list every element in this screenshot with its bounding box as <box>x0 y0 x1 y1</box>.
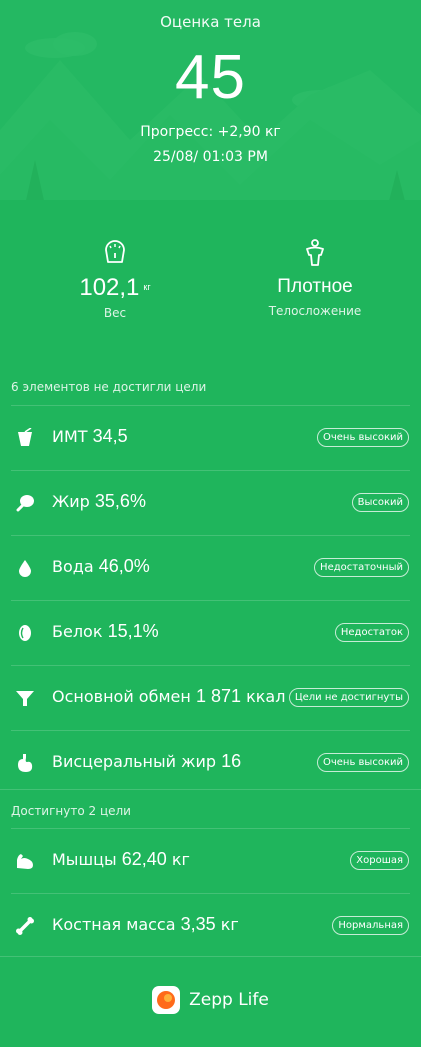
item-name: Костная масса <box>52 915 176 934</box>
item-name: Мышцы <box>52 850 117 869</box>
item-value: 3,35 <box>180 914 216 934</box>
body-figure-icon <box>230 236 400 268</box>
muscle-arm-icon <box>17 854 33 869</box>
list-item-fat[interactable]: Жир 35,6% Высокий <box>11 470 410 535</box>
bmi-cup-icon <box>18 428 32 446</box>
item-value: 46,0 <box>98 556 134 576</box>
item-unit: % <box>142 621 159 641</box>
footer-divider <box>0 956 421 957</box>
metabolism-funnel-icon <box>16 691 34 706</box>
build-label: Телосложение <box>268 304 362 318</box>
item-name: Белок <box>52 622 103 641</box>
body-score: 45 <box>175 43 246 112</box>
item-value: 1 871 <box>195 686 241 706</box>
weight-label: Вес <box>103 306 127 320</box>
item-value: 16 <box>221 751 242 771</box>
item-value: 15,1 <box>107 621 143 641</box>
met-list: Мышцы 62,40 кг Хорошая Костная масса 3,3… <box>11 828 410 958</box>
item-name: Жир <box>52 492 90 511</box>
item-unit: % <box>129 491 146 511</box>
water-drop-icon <box>19 560 31 577</box>
status-badge: Очень высокий <box>317 428 409 447</box>
status-badge: Недостаточный <box>314 558 409 577</box>
weight-stat[interactable]: 102,1 кг Вес <box>30 236 200 320</box>
scale-icon <box>30 236 200 268</box>
list-item-protein[interactable]: Белок 15,1% Недостаток <box>11 600 410 665</box>
status-badge: Недостаток <box>334 623 409 642</box>
app-name: Zepp Life <box>189 990 269 1010</box>
status-badge: Хорошая <box>350 851 409 870</box>
item-name: Висцеральный жир <box>52 752 217 771</box>
status-badge: Цели не достигнуты <box>288 688 409 707</box>
list-item-visceral-fat[interactable]: Висцеральный жир 16 Очень высокий <box>11 730 410 795</box>
status-badge: Очень высокий <box>317 753 409 772</box>
item-unit: % <box>133 556 150 576</box>
item-name: ИМТ <box>52 427 88 446</box>
section-not-met-label: 6 элементов не достигли цели <box>11 380 207 394</box>
weight-unit: кг <box>143 282 151 292</box>
list-item-bone[interactable]: Костная масса 3,35 кг Нормальная <box>11 893 410 958</box>
list-item-bmr[interactable]: Основной обмен 1 871 ккал Цели не достиг… <box>11 665 410 730</box>
build-value: Плотное <box>277 276 353 297</box>
status-badge: Нормальная <box>332 916 409 935</box>
not-met-list: ИМТ 34,5 Очень высокий Жир 35,6% Высокий… <box>11 405 410 795</box>
weight-value: 102,1 <box>79 274 140 301</box>
page-title: Оценка тела <box>160 13 261 31</box>
section-met-label: Достигнуто 2 цели <box>11 804 131 818</box>
status-badge: Высокий <box>351 493 409 512</box>
visceral-stomach-icon <box>18 754 33 772</box>
item-name: Основной обмен <box>52 687 191 706</box>
bone-icon <box>16 917 34 935</box>
item-unit: кг <box>171 850 190 869</box>
section-divider <box>0 789 421 790</box>
item-value: 34,5 <box>92 426 128 446</box>
item-unit: ккал <box>246 687 286 706</box>
item-value: 62,40 <box>121 849 167 869</box>
hero-banner: Оценка тела 45 Прогресс: +2,90 кг 25/08/… <box>0 0 421 215</box>
item-value: 35,6 <box>94 491 130 511</box>
measurement-date: 25/08/ 01:03 PM <box>153 149 268 165</box>
progress-text: Прогресс: +2,90 кг <box>140 124 281 140</box>
app-footer: Zepp Life <box>0 986 421 1014</box>
item-name: Вода <box>52 557 94 576</box>
zepp-logo-icon <box>152 986 181 1014</box>
protein-egg-icon <box>19 625 31 641</box>
list-item-water[interactable]: Вода 46,0% Недостаточный <box>11 535 410 600</box>
item-unit: кг <box>220 915 239 934</box>
list-item-bmi[interactable]: ИМТ 34,5 Очень высокий <box>11 405 410 470</box>
build-stat[interactable]: Плотное Телосложение <box>230 236 400 318</box>
list-item-muscle[interactable]: Мышцы 62,40 кг Хорошая <box>11 828 410 893</box>
fat-drumstick-icon <box>16 495 34 512</box>
